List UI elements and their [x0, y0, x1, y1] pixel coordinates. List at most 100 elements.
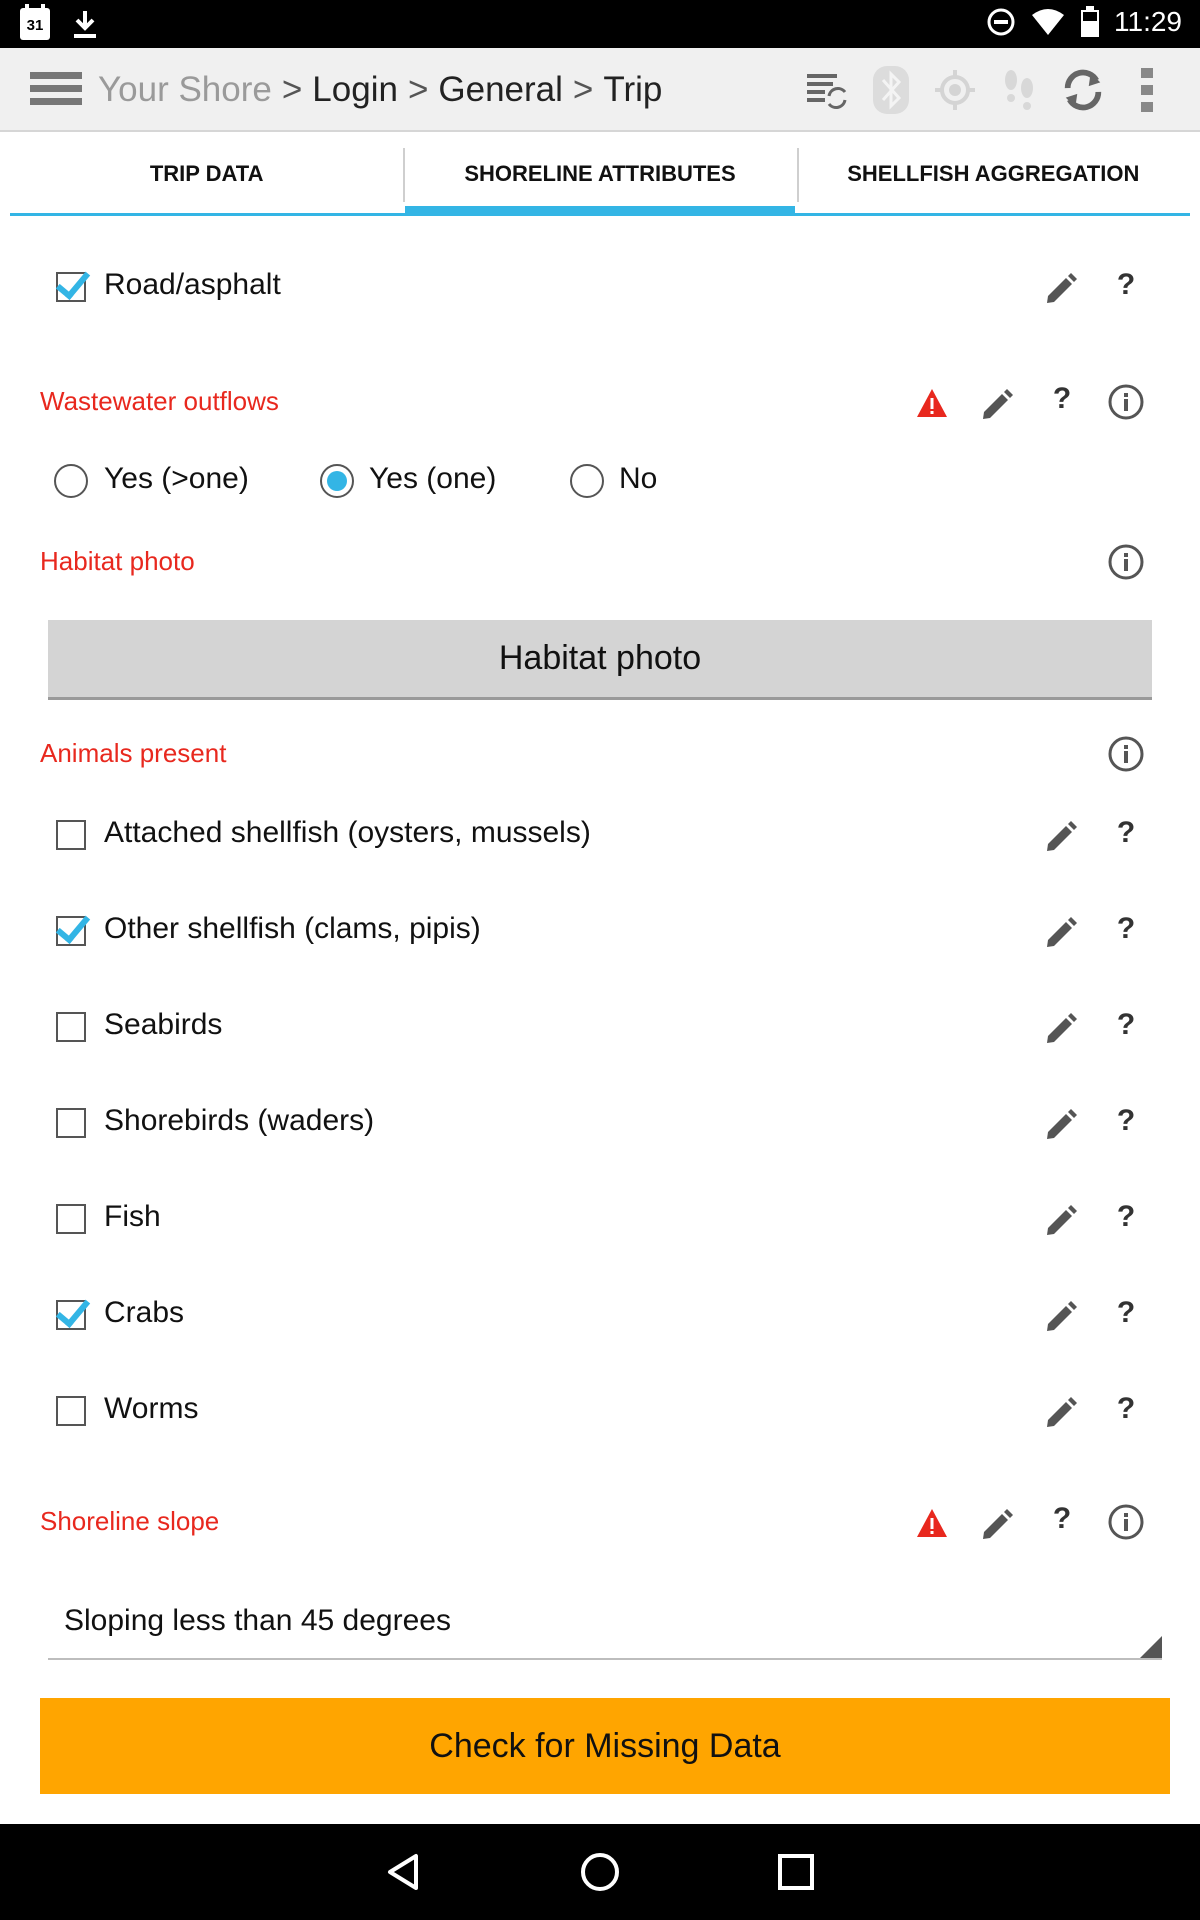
- road-asphalt-label[interactable]: Road/asphalt: [104, 268, 281, 302]
- footsteps-icon[interactable]: [996, 66, 1042, 114]
- info-icon[interactable]: [1108, 544, 1144, 580]
- attached-shellfish-checkbox[interactable]: [56, 820, 86, 850]
- radio-label-yes-more-than-one[interactable]: Yes (>one): [104, 462, 249, 496]
- refresh-icon[interactable]: [1060, 66, 1106, 114]
- info-icon[interactable]: [1108, 736, 1144, 772]
- radio-no[interactable]: [570, 464, 604, 498]
- pencil-icon[interactable]: [1044, 1106, 1078, 1140]
- checkbox-row-shorebirds: Shorebirds (waders) ?: [10, 1104, 1190, 1204]
- help-icon[interactable]: ?: [1116, 268, 1136, 302]
- seabirds-checkbox[interactable]: [56, 1012, 86, 1042]
- breadcrumb-separator: >: [281, 70, 303, 109]
- help-icon[interactable]: ?: [1116, 1200, 1136, 1234]
- form-content: Road/asphalt ? Wastewater outflows ? Yes…: [10, 216, 1190, 1824]
- habitat-photo-header: Habitat photo: [10, 544, 1190, 606]
- download-icon: [74, 11, 96, 38]
- breadcrumb-your-shore[interactable]: Your Shore: [98, 70, 272, 110]
- pencil-icon[interactable]: [980, 1506, 1014, 1540]
- status-time: 11:29: [1114, 6, 1182, 37]
- back-icon[interactable]: [380, 1848, 428, 1896]
- tab-trip-data[interactable]: TRIP DATA: [10, 134, 403, 213]
- do-not-disturb-icon: [987, 8, 1015, 36]
- other-shellfish-label[interactable]: Other shellfish (clams, pipis): [104, 912, 481, 946]
- breadcrumb-trip: Trip: [603, 70, 663, 109]
- checkbox-row-other-shellfish: Other shellfish (clams, pipis) ?: [10, 912, 1190, 1012]
- tab-shoreline-attributes[interactable]: SHORELINE ATTRIBUTES: [403, 134, 796, 216]
- recent-apps-icon[interactable]: [772, 1848, 820, 1896]
- shoreline-slope-value: Sloping less than 45 degrees: [64, 1604, 451, 1637]
- warning-icon[interactable]: [916, 388, 948, 418]
- road-asphalt-checkbox[interactable]: [56, 272, 86, 302]
- wastewater-header: Wastewater outflows ?: [10, 382, 1190, 456]
- shoreline-slope-label: Shoreline slope: [40, 1506, 220, 1536]
- crabs-checkbox[interactable]: [56, 1300, 86, 1330]
- animals-present-label: Animals present: [40, 738, 227, 768]
- calendar-icon: 31: [20, 4, 50, 40]
- fish-label[interactable]: Fish: [104, 1200, 161, 1234]
- shorebirds-checkbox[interactable]: [56, 1108, 86, 1138]
- checkbox-row-worms: Worms ?: [10, 1392, 1190, 1492]
- info-icon[interactable]: [1108, 1504, 1144, 1540]
- checkbox-row-attached-shellfish: Attached shellfish (oysters, mussels) ?: [10, 816, 1190, 916]
- dropdown-triangle-icon: [1140, 1636, 1162, 1658]
- checkbox-row-road-asphalt: Road/asphalt ?: [10, 268, 1190, 368]
- pencil-icon[interactable]: [1044, 1010, 1078, 1044]
- help-icon[interactable]: ?: [1116, 1008, 1136, 1042]
- pencil-icon[interactable]: [980, 386, 1014, 420]
- breadcrumb-separator: >: [407, 70, 429, 109]
- other-shellfish-checkbox[interactable]: [56, 916, 86, 946]
- habitat-photo-label: Habitat photo: [40, 546, 195, 576]
- home-icon[interactable]: [576, 1848, 624, 1896]
- crabs-label[interactable]: Crabs: [104, 1296, 184, 1330]
- tab-shellfish-aggregation[interactable]: SHELLFISH AGGREGATION: [796, 134, 1190, 213]
- wifi-icon: [1032, 9, 1064, 35]
- pencil-icon[interactable]: [1044, 270, 1078, 304]
- wastewater-radio-group: Yes (>one) Yes (one) No: [10, 462, 1190, 514]
- help-icon[interactable]: ?: [1116, 816, 1136, 850]
- warning-icon[interactable]: [916, 1508, 948, 1538]
- pencil-icon[interactable]: [1044, 1394, 1078, 1428]
- help-icon[interactable]: ?: [1116, 1104, 1136, 1138]
- help-icon[interactable]: ?: [1116, 1392, 1136, 1426]
- tab-bar: TRIP DATA SHORELINE ATTRIBUTES SHELLFISH…: [10, 134, 1190, 216]
- sync-list-icon[interactable]: [804, 66, 850, 114]
- checkbox-row-seabirds: Seabirds ?: [10, 1008, 1190, 1108]
- worms-checkbox[interactable]: [56, 1396, 86, 1426]
- battery-icon: [1081, 6, 1099, 37]
- breadcrumb-login[interactable]: Login: [312, 70, 398, 110]
- bluetooth-icon[interactable]: [868, 66, 914, 114]
- wastewater-label: Wastewater outflows: [40, 386, 279, 416]
- radio-yes-one[interactable]: [320, 464, 354, 498]
- worms-label[interactable]: Worms: [104, 1392, 198, 1426]
- info-icon[interactable]: [1108, 384, 1144, 420]
- overflow-menu-icon[interactable]: [1124, 66, 1170, 114]
- hamburger-menu-icon[interactable]: [30, 72, 82, 108]
- help-icon[interactable]: ?: [1052, 1502, 1072, 1536]
- checkbox-row-fish: Fish ?: [10, 1200, 1190, 1300]
- breadcrumb-general[interactable]: General: [438, 70, 563, 110]
- pencil-icon[interactable]: [1044, 914, 1078, 948]
- radio-label-yes-one[interactable]: Yes (one): [369, 462, 496, 496]
- shoreline-slope-select[interactable]: Sloping less than 45 degrees: [48, 1594, 1162, 1660]
- checkbox-row-crabs: Crabs ?: [10, 1296, 1190, 1396]
- help-icon[interactable]: ?: [1052, 382, 1072, 416]
- pencil-icon[interactable]: [1044, 1202, 1078, 1236]
- help-icon[interactable]: ?: [1116, 912, 1136, 946]
- animals-present-header: Animals present: [10, 736, 1190, 798]
- shorebirds-label[interactable]: Shorebirds (waders): [104, 1104, 374, 1138]
- breadcrumb: Your Shore > Login > General > Trip: [98, 70, 662, 110]
- attached-shellfish-label[interactable]: Attached shellfish (oysters, mussels): [104, 816, 591, 850]
- shoreline-slope-header: Shoreline slope ?: [10, 1502, 1190, 1566]
- navigation-bar: [0, 1824, 1200, 1920]
- seabirds-label[interactable]: Seabirds: [104, 1008, 222, 1042]
- action-bar: Your Shore > Login > General > Trip: [0, 48, 1200, 132]
- pencil-icon[interactable]: [1044, 1298, 1078, 1332]
- radio-label-no[interactable]: No: [619, 462, 657, 496]
- habitat-photo-button[interactable]: Habitat photo: [48, 620, 1152, 700]
- help-icon[interactable]: ?: [1116, 1296, 1136, 1330]
- gps-icon[interactable]: [932, 66, 978, 114]
- check-missing-data-button[interactable]: Check for Missing Data: [40, 1698, 1170, 1794]
- radio-yes-more-than-one[interactable]: [54, 464, 88, 498]
- pencil-icon[interactable]: [1044, 818, 1078, 852]
- fish-checkbox[interactable]: [56, 1204, 86, 1234]
